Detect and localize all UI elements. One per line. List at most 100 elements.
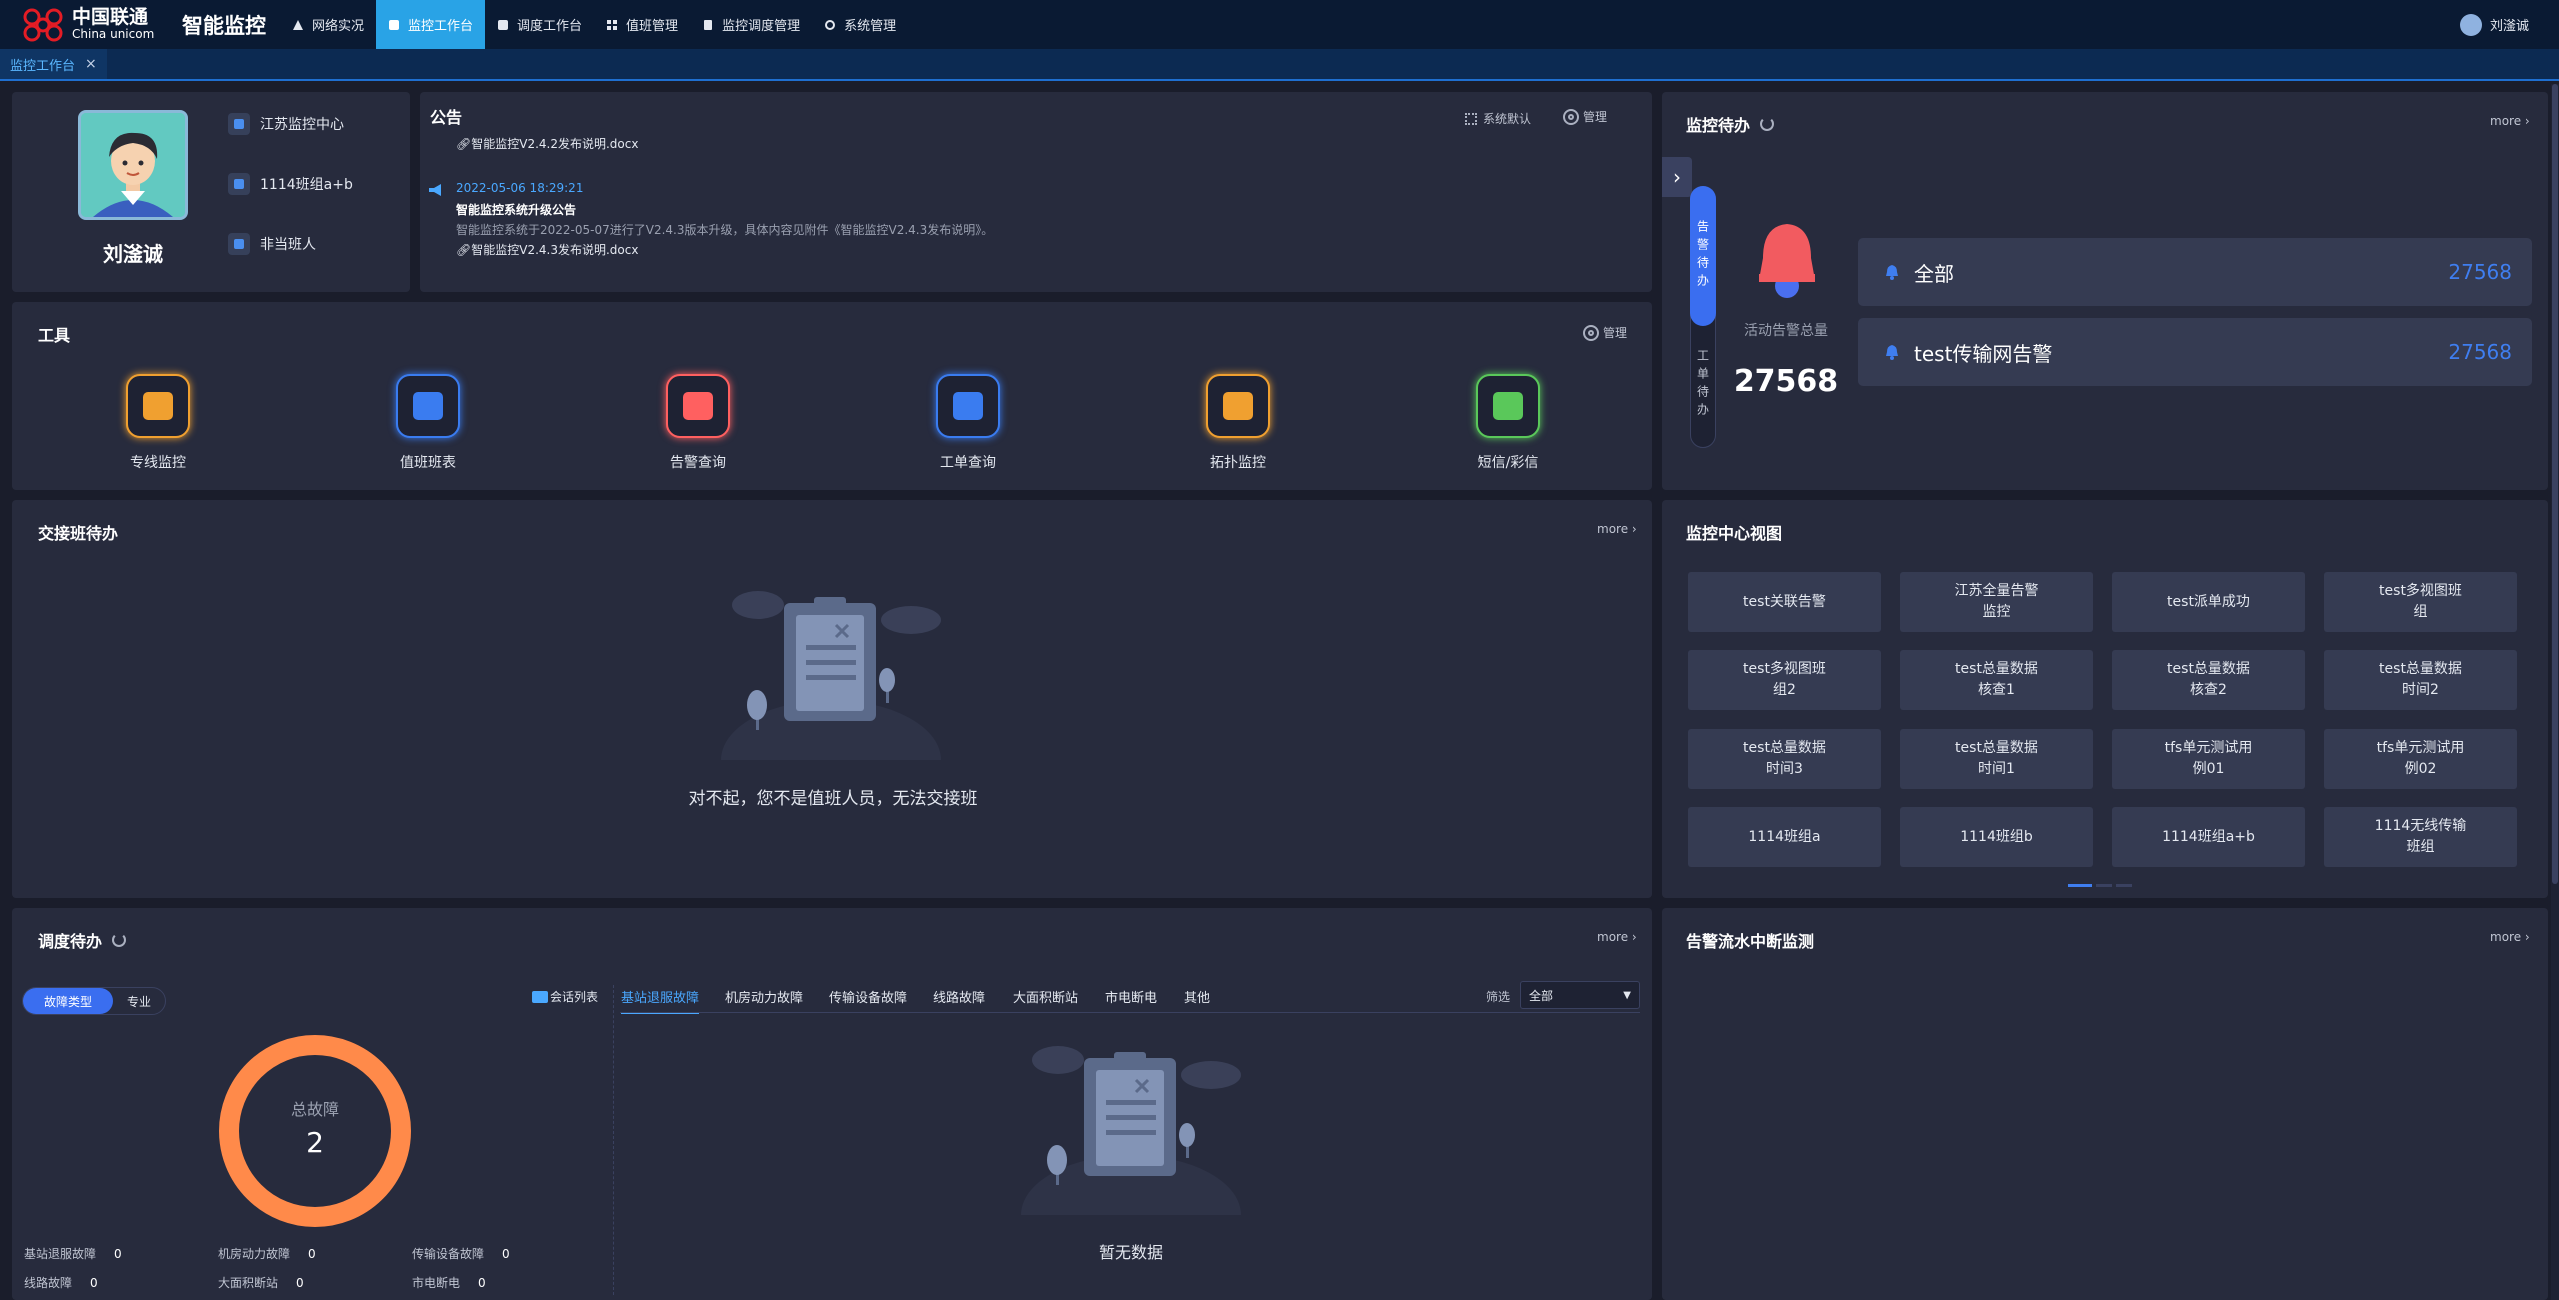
center-view-item[interactable]: test多视图班 组2 bbox=[1688, 650, 1881, 710]
tool-ticket-query[interactable]: 工单查询 bbox=[898, 374, 1038, 472]
fault-tab[interactable]: 市电断电 bbox=[1105, 987, 1157, 1006]
side-tab-alarm-todo[interactable]: 告警待办 bbox=[1690, 186, 1716, 326]
center-view-item[interactable]: 江苏全量告警 监控 bbox=[1900, 572, 2093, 632]
alarm-flow-more-link[interactable]: more › bbox=[2490, 930, 2530, 944]
center-view-item[interactable]: 1114无线传输 班组 bbox=[2324, 807, 2517, 867]
gear-icon bbox=[825, 19, 836, 30]
notice-headline[interactable]: 智能监控系统升级公告 bbox=[456, 201, 576, 218]
page-scrollbar[interactable] bbox=[2551, 84, 2559, 1300]
center-view-item[interactable]: test总量数据 核查1 bbox=[1900, 650, 2093, 710]
link-icon: 🔗︎ bbox=[456, 243, 472, 257]
nav-dispatch-workbench[interactable]: 调度工作台 bbox=[485, 0, 594, 49]
side-tab-ticket-todo[interactable]: 工单待办 bbox=[1690, 330, 1716, 440]
side-tab-ticket-label: 工单待办 bbox=[1695, 349, 1710, 421]
tool-alarm-query[interactable]: 告警查询 bbox=[628, 374, 768, 472]
session-list-label: 会话列表 bbox=[550, 990, 599, 1004]
center-view-item[interactable]: 1114班组b bbox=[1900, 807, 2093, 867]
center-view-item[interactable]: tfs单元测试用 例01 bbox=[2112, 729, 2305, 789]
logo[interactable]: 中国联通 China unicom bbox=[18, 0, 168, 49]
dispatch-empty-text: 暂无数据 bbox=[1098, 1243, 1163, 1262]
scrollbar-thumb[interactable] bbox=[2552, 84, 2558, 884]
nav-label: 监控调度管理 bbox=[722, 19, 801, 34]
donut-total-label: 总故障 bbox=[290, 1100, 339, 1119]
donut-total-value: 2 bbox=[306, 1126, 324, 1159]
tool-sms[interactable]: 短信/彩信 bbox=[1438, 374, 1578, 472]
center-view-item[interactable]: tfs单元测试用 例02 bbox=[2324, 729, 2517, 789]
user-menu[interactable]: 刘滏诚 bbox=[2459, 0, 2529, 49]
profile-group: 1114班组a+b bbox=[228, 173, 353, 195]
center-view-item[interactable]: test总量数据 时间2 bbox=[2324, 650, 2517, 710]
session-list-link[interactable]: 会话列表 bbox=[532, 988, 598, 1005]
tool-line-monitor[interactable]: 专线监控 bbox=[88, 374, 228, 472]
center-view-item[interactable]: 1114班组a bbox=[1688, 807, 1881, 867]
nav-dispatch-management[interactable]: 监控调度管理 bbox=[690, 0, 812, 49]
center-view-item[interactable]: test派单成功 bbox=[2112, 572, 2305, 632]
center-view-item[interactable]: test总量数据 核查2 bbox=[2112, 650, 2305, 710]
more-label: more bbox=[1597, 522, 1629, 536]
nav-network-status[interactable]: 网络实况 bbox=[280, 0, 376, 49]
carousel-dot[interactable] bbox=[2116, 884, 2132, 887]
monitor-todo-more-link[interactable]: more › bbox=[2490, 114, 2530, 128]
center-view-item[interactable]: 1114班组a+b bbox=[2112, 807, 2305, 867]
tools-manage-button[interactable]: 管理 bbox=[1583, 324, 1627, 341]
carousel-dot-active[interactable] bbox=[2068, 884, 2092, 887]
handover-more-link[interactable]: more › bbox=[1597, 522, 1637, 536]
chat-icon bbox=[532, 990, 548, 1003]
notice-attachment-link[interactable]: 🔗︎智能监控V2.4.2发布说明.docx bbox=[456, 135, 638, 152]
tool-label: 短信/彩信 bbox=[1477, 455, 1539, 471]
expand-arrow-icon[interactable]: › bbox=[1662, 157, 1692, 197]
fault-tab[interactable]: 机房动力故障 bbox=[725, 987, 803, 1006]
toggle-specialty[interactable]: 专业 bbox=[113, 988, 165, 1014]
active-alarm-label: 活动告警总量 bbox=[1744, 323, 1828, 339]
center-view-item[interactable]: test总量数据 时间3 bbox=[1688, 729, 1881, 789]
dispatch-manage-icon bbox=[704, 19, 713, 30]
nav-monitor-workbench[interactable]: 监控工作台 bbox=[376, 0, 486, 49]
tool-topology[interactable]: 拓扑监控 bbox=[1168, 374, 1308, 472]
profile-center: 江苏监控中心 bbox=[228, 113, 344, 135]
fault-tab[interactable]: 其他 bbox=[1184, 987, 1210, 1006]
nav-label: 网络实况 bbox=[312, 19, 365, 34]
system-default-button[interactable]: 系统默认 bbox=[1465, 110, 1531, 127]
more-label: more bbox=[2490, 930, 2522, 944]
notice-manage-button[interactable]: 管理 bbox=[1563, 108, 1607, 125]
top-bar: 中国联通 China unicom 智能监控 网络实况 监控工作台 调度工作台 … bbox=[0, 0, 2559, 49]
topology-icon bbox=[1206, 374, 1270, 438]
fault-tab[interactable]: 传输设备故障 bbox=[829, 987, 907, 1006]
legend-label: 大面积断站 bbox=[218, 1276, 279, 1290]
fault-tab[interactable]: 大面积断站 bbox=[1013, 987, 1078, 1006]
center-view-item[interactable]: test关联告警 bbox=[1688, 572, 1881, 632]
tab-monitor-workbench[interactable]: 监控工作台 × bbox=[0, 49, 107, 79]
alarm-row-transport[interactable]: test传输网告警 27568 bbox=[1858, 318, 2532, 386]
filter-select[interactable]: 全部 ▼ bbox=[1520, 981, 1640, 1009]
empty-clipboard-icon bbox=[716, 585, 946, 820]
clock-icon bbox=[228, 233, 250, 255]
legend-label: 市电断电 bbox=[412, 1276, 461, 1290]
alarm-row-label: 全部 bbox=[1914, 261, 1954, 286]
dispatch-title: 调度待办 bbox=[38, 932, 103, 951]
dispatch-more-link[interactable]: more › bbox=[1597, 930, 1637, 944]
dispatch-header: 调度待办 bbox=[38, 928, 127, 952]
tab-bar: 监控工作台 × bbox=[0, 49, 2559, 81]
fault-tab[interactable]: 线路故障 bbox=[933, 987, 985, 1006]
building-icon bbox=[228, 113, 250, 135]
notice-attachment-link-2[interactable]: 🔗︎智能监控V2.4.3发布说明.docx bbox=[456, 241, 638, 258]
nav-duty-management[interactable]: 值班管理 bbox=[594, 0, 690, 49]
legend-label: 机房动力故障 bbox=[218, 1247, 291, 1261]
legend-value: 0 bbox=[90, 1276, 98, 1290]
toggle-fault-type[interactable]: 故障类型 bbox=[23, 988, 113, 1014]
tool-duty-schedule[interactable]: 值班班表 bbox=[358, 374, 498, 472]
user-name: 刘滏诚 bbox=[2489, 19, 2529, 34]
carousel-dot[interactable] bbox=[2096, 884, 2112, 887]
triangle-icon bbox=[293, 19, 303, 30]
carousel-indicator[interactable] bbox=[2068, 884, 2132, 887]
grid-icon bbox=[1465, 112, 1477, 125]
refresh-icon[interactable] bbox=[1760, 117, 1775, 131]
fault-tab[interactable]: 基站退服故障 bbox=[621, 987, 700, 1014]
tools-panel bbox=[12, 302, 1652, 490]
close-icon[interactable]: × bbox=[85, 56, 97, 72]
alarm-row-all[interactable]: 全部 27568 bbox=[1858, 238, 2532, 306]
nav-system-management[interactable]: 系统管理 bbox=[812, 0, 908, 49]
center-view-item[interactable]: test多视图班 组 bbox=[2324, 572, 2517, 632]
refresh-icon[interactable] bbox=[112, 933, 127, 947]
center-view-item[interactable]: test总量数据 时间1 bbox=[1900, 729, 2093, 789]
